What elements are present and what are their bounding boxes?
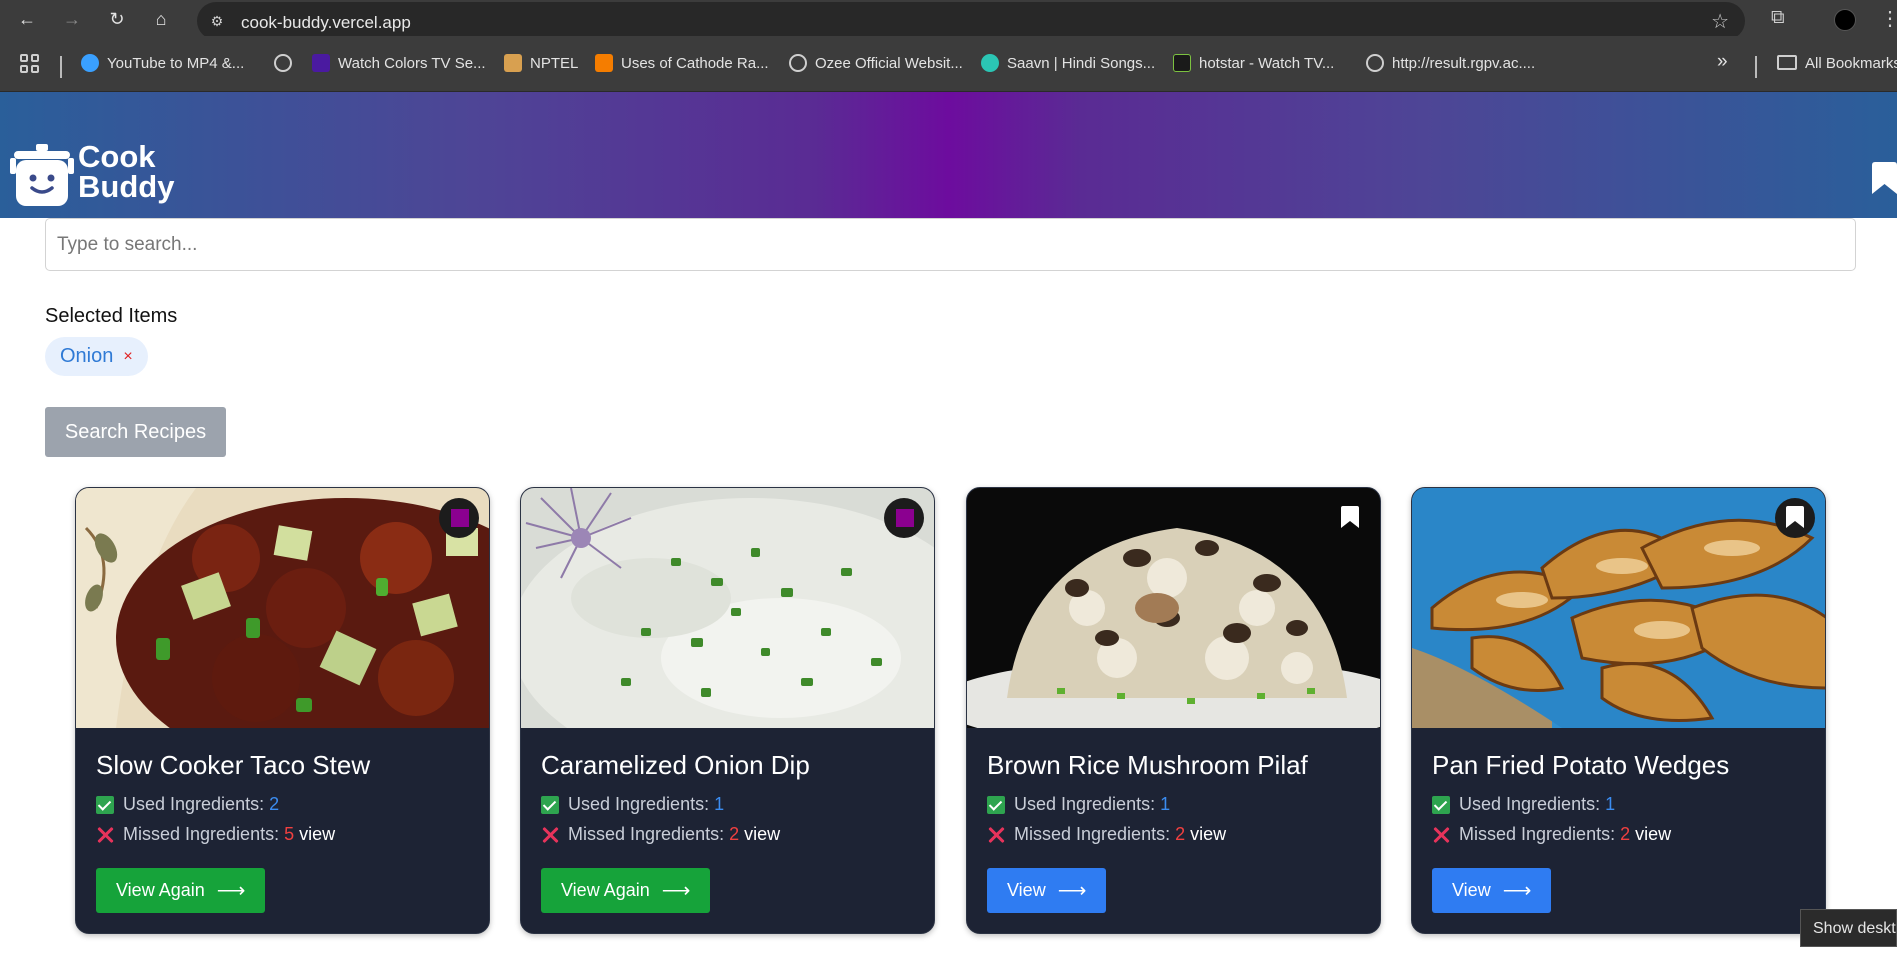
view-missed-link[interactable]: view [1190,824,1226,845]
apps-grid-icon[interactable] [20,54,42,76]
bookmark-item[interactable]: Watch Colors TV Se... [312,53,486,75]
cross-icon [541,826,559,844]
taco-stew-photo[interactable] [76,488,489,728]
mushroom-pilaf-photo[interactable] [967,488,1380,728]
recipe-card[interactable]: Slow Cooker Taco Stew Used Ingredients: … [75,487,490,934]
profile-avatar[interactable] [1834,9,1856,31]
bookmarks-divider [60,56,62,78]
all-bookmarks-folder[interactable]: All Bookmarks [1777,53,1897,75]
potato-wedges-photo[interactable] [1412,488,1825,728]
cross-icon [987,826,1005,844]
nptel-icon [504,54,522,72]
selected-items-heading: Selected Items [45,305,178,327]
missed-ingredients: Missed Ingredients: 5 view [96,824,335,845]
recipe-title[interactable]: Pan Fried Potato Wedges [1432,750,1729,781]
bookmarks-bar: YouTube to MP4 &... Watch Colors TV Se..… [0,36,1897,92]
arrow-right-icon: ⟶ [1057,880,1087,902]
missed-ingredients: Missed Ingredients: 2 view [1432,824,1671,845]
remove-chip-icon[interactable]: × [123,348,132,365]
cook-buddy-logo[interactable]: Cook Buddy [10,139,180,212]
bookmark-item[interactable]: NPTEL [504,53,578,75]
view-again-button[interactable]: View Again ⟶ [541,868,711,913]
saved-recipes-bookmark-icon[interactable] [1872,162,1897,194]
show-desktop-tooltip: Show desktop [1800,909,1897,947]
globe-icon [1366,54,1384,72]
cross-icon [1432,826,1450,844]
back-icon[interactable]: ← [14,6,40,32]
view-missed-link[interactable]: view [1635,824,1671,845]
check-icon [541,795,559,814]
bookmark-item[interactable]: Ozee Official Websit... [789,53,963,75]
browser-menu-icon[interactable]: ⋮ [1880,6,1897,31]
bookmark-icon[interactable] [1775,498,1815,538]
recipe-title[interactable]: Caramelized Onion Dip [541,750,810,781]
onion-dip-photo[interactable] [521,488,934,728]
missed-ingredients: Missed Ingredients: 2 view [541,824,780,845]
globe-icon [789,54,807,72]
youtube-converter-icon [81,54,99,72]
address-bar[interactable]: ⚙ cook-buddy.vercel.app ☆ [197,2,1745,40]
bookmark-item[interactable]: hotstar - Watch TV... [1173,53,1334,75]
logo-wordmark: Cook Buddy [78,139,175,204]
view-again-button[interactable]: View Again ⟶ [96,868,266,913]
recipe-card[interactable]: Caramelized Onion Dip Used Ingredients: … [520,487,935,934]
check-icon [1432,795,1450,814]
address-url[interactable]: cook-buddy.vercel.app [241,13,411,33]
more-bookmarks-icon[interactable]: » [1717,51,1728,73]
extensions-icon[interactable]: ⧉ [1771,7,1785,29]
site-header: Cook Buddy [0,92,1897,218]
view-missed-link[interactable]: view [744,824,780,845]
used-ingredients: Used Ingredients: 2 [96,794,279,815]
arrow-right-icon: ⟶ [1502,880,1532,902]
blogger-icon [595,54,613,72]
used-ingredients: Used Ingredients: 1 [1432,794,1615,815]
cooking-pot-icon [10,144,74,206]
check-icon [987,795,1005,814]
bookmark-item[interactable]: Saavn | Hindi Songs... [981,53,1155,75]
voot-icon [312,54,330,72]
globe-icon [274,54,292,72]
search-recipes-button[interactable]: Search Recipes [45,407,226,457]
folder-icon [1777,55,1797,70]
reload-icon[interactable]: ↻ [104,6,130,32]
view-recipe-button[interactable]: View ⟶ [1432,868,1552,913]
cross-icon [96,826,114,844]
site-settings-icon[interactable]: ⚙ [207,11,227,31]
used-ingredients: Used Ingredients: 1 [541,794,724,815]
bookmarks-divider [1755,56,1757,78]
arrow-right-icon: ⟶ [661,880,691,902]
recipe-card[interactable]: Pan Fried Potato Wedges Used Ingredients… [1411,487,1826,934]
arrow-right-icon: ⟶ [216,880,246,902]
selected-ingredient-chip: Onion × [45,337,148,376]
chip-label: Onion [60,345,114,367]
view-recipe-button[interactable]: View ⟶ [987,868,1107,913]
bookmark-icon[interactable] [1330,498,1370,538]
ingredient-search-input[interactable] [45,218,1856,271]
bookmark-item[interactable] [274,53,300,75]
recipe-title[interactable]: Brown Rice Mushroom Pilaf [987,750,1308,781]
bookmark-item[interactable]: http://result.rgpv.ac.... [1366,53,1535,75]
forward-icon[interactable]: → [59,6,85,32]
recipe-card[interactable]: Brown Rice Mushroom Pilaf Used Ingredien… [966,487,1381,934]
bookmark-star-icon[interactable]: ☆ [1711,9,1729,34]
bookmark-item[interactable]: Uses of Cathode Ra... [595,53,769,75]
saavn-icon [981,54,999,72]
used-ingredients: Used Ingredients: 1 [987,794,1170,815]
check-icon [96,795,114,814]
recipe-title[interactable]: Slow Cooker Taco Stew [96,750,370,781]
saved-bookmark-icon[interactable] [439,498,479,538]
missed-ingredients: Missed Ingredients: 2 view [987,824,1226,845]
hotstar-icon [1173,54,1191,72]
view-missed-link[interactable]: view [299,824,335,845]
home-icon[interactable]: ⌂ [148,6,174,32]
saved-bookmark-icon[interactable] [884,498,924,538]
browser-toolbar: ← → ↻ ⌂ ⚙ cook-buddy.vercel.app ☆ ⧉ ⋮ [0,0,1897,40]
bookmark-item[interactable]: YouTube to MP4 &... [81,53,244,75]
